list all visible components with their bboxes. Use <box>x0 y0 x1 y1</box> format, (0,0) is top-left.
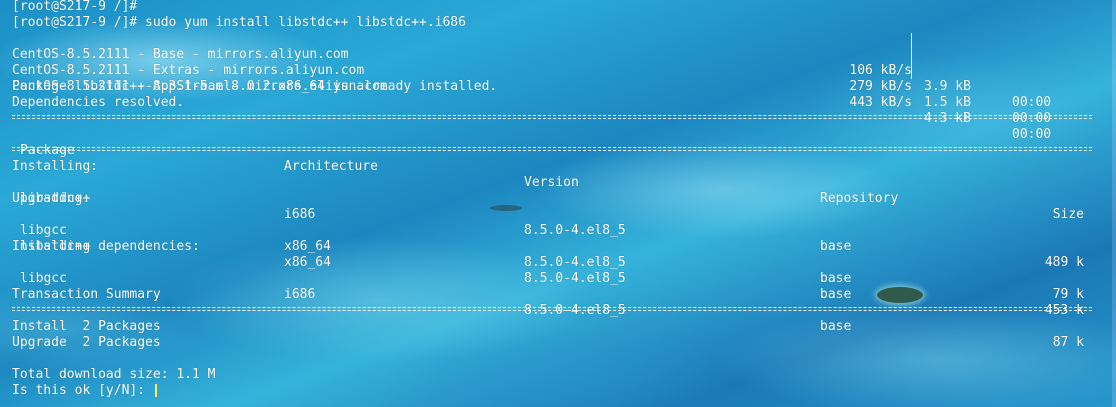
table-row: libgcc i686 8.5.0-4.el8_5 base 87 k <box>20 271 1084 350</box>
table-separator-top <box>12 115 1092 119</box>
group-installing: Installing: <box>12 159 99 174</box>
confirm-prompt-text: Is this ok [y/N]: <box>12 383 153 398</box>
summary-upgrade: Upgrade 2 Packages <box>12 335 161 350</box>
already-installed-line: Package libstdc++-8.3.1-5.el8.0.2.x86_64… <box>12 79 498 94</box>
header-arch: Architecture <box>284 159 378 174</box>
table-row: libstdc++ i686 8.5.0-4.el8_5 base 489 k <box>20 191 1084 270</box>
confirm-prompt[interactable]: Is this ok [y/N]: <box>12 383 157 399</box>
terminal-scrollbar[interactable] <box>1112 0 1116 407</box>
summary-separator <box>12 307 1092 311</box>
command-line: [root@S217-9 /]# sudo yum install libstd… <box>12 15 466 30</box>
group-dependencies: Installing dependencies: <box>12 239 200 254</box>
table-row: libstdc++ x86_64 8.5.0-4.el8_5 base 453 … <box>20 239 1084 318</box>
header-package: Package <box>20 143 75 158</box>
terminal-window[interactable]: [root@S217-9 /]# [root@S217-9 /]# sudo y… <box>0 0 1116 407</box>
transaction-summary-title: Transaction Summary <box>12 287 161 302</box>
table-separator-header <box>12 147 1092 151</box>
header-repo: Repository <box>820 191 899 206</box>
table-header: Package Architecture Version Repository … <box>12 127 1102 222</box>
group-upgrading: Upgrading: <box>12 191 91 206</box>
summary-install: Install 2 Packages <box>12 319 161 334</box>
table-row: libgcc x86_64 8.5.0-4.el8_5 base 79 k <box>20 223 1084 302</box>
prompt-line: [root@S217-9 /]# <box>12 0 138 14</box>
progress-separator <box>911 33 912 79</box>
text-cursor[interactable] <box>154 384 157 397</box>
deps-resolved-line: Dependencies resolved. <box>12 95 185 110</box>
total-download-size: Total download size: 1.1 M <box>12 367 216 382</box>
repo-line-extras: CentOS-8.5.2111 - Extras - mirrors.aliyu… <box>12 63 1052 126</box>
repo-line-base: CentOS-8.5.2111 - Base - mirrors.aliyun.… <box>12 47 1052 110</box>
repo-line-appstream: CentOS-8.5.2111 - AppStream - mirrors.al… <box>12 79 1052 142</box>
